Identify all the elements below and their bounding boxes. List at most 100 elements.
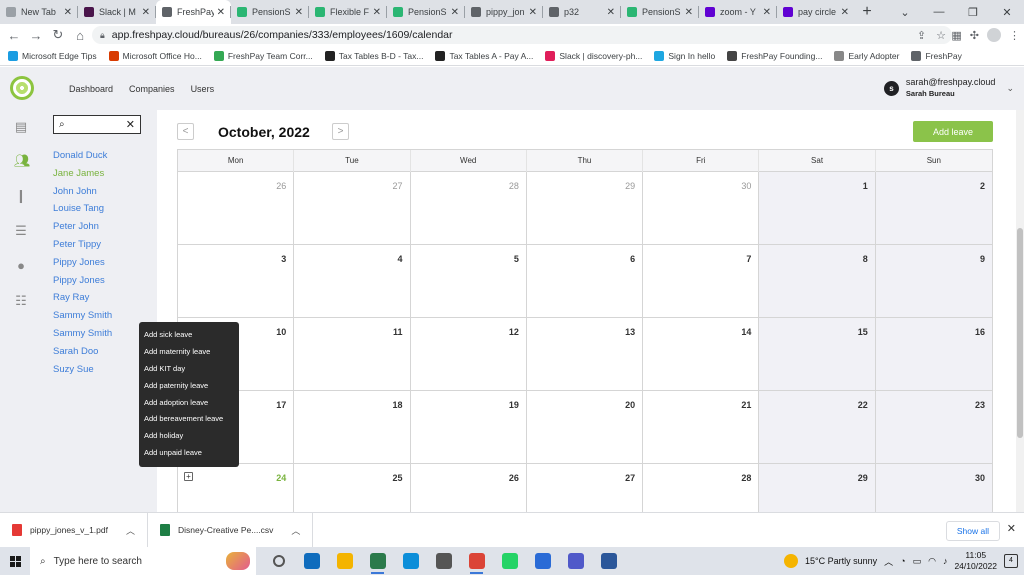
calendar-day-cell[interactable]: 30	[875, 464, 992, 512]
address-bar[interactable]: 🔒︎ app.freshpay.cloud/bureaus/26/compani…	[92, 26, 952, 44]
scrollbar-thumb[interactable]	[1017, 228, 1023, 438]
tray-chevron-icon[interactable]: ︿	[884, 555, 893, 568]
calendar-day-cell[interactable]: 5	[411, 245, 527, 317]
chevron-up-icon[interactable]: ︿	[291, 524, 300, 537]
menu-item-add-sick-leave[interactable]: Add sick leave	[139, 327, 239, 344]
edge-dev-taskbar-button[interactable]	[361, 547, 394, 575]
next-month-button[interactable]: >	[332, 123, 349, 140]
calendar-day-cell[interactable]: 15	[759, 318, 876, 390]
maximize-button[interactable]: ❐	[956, 0, 990, 24]
calendar-day-cell[interactable]: 4	[294, 245, 411, 317]
calendar-day-cell[interactable]: 28	[643, 464, 760, 512]
employee-search-input[interactable]: ⌕ ✕	[53, 115, 141, 134]
dashboard-icon[interactable]: ▤	[14, 120, 28, 134]
prev-month-button[interactable]: <	[177, 123, 194, 140]
browser-tab[interactable]: pippy_jon ✕	[465, 0, 543, 24]
browser-menu-icon[interactable]: ⋮	[1009, 29, 1020, 42]
share-icon[interactable]: ⇪	[917, 29, 926, 42]
calendar-day-cell[interactable]: 2	[875, 172, 992, 244]
bookmark-item[interactable]: FreshPay	[911, 50, 962, 61]
puzzle-icon[interactable]: ✣	[970, 29, 979, 42]
nav-dashboard[interactable]: Dashboard	[69, 84, 113, 94]
download-item[interactable]: Disney-Creative Pe....csv ︿	[148, 512, 314, 548]
start-button[interactable]	[0, 547, 30, 575]
profile-avatar[interactable]	[987, 28, 1001, 42]
bookmark-star-icon[interactable]: ☆	[936, 29, 946, 42]
clock[interactable]: 11:05 24/10/2022	[954, 550, 997, 572]
calendar-day-cell[interactable]: 12	[411, 318, 527, 390]
bookmark-item[interactable]: Slack | discovery-ph...	[545, 50, 642, 61]
sliders-icon[interactable]: ☰	[14, 224, 28, 238]
menu-item-add-adoption-leave[interactable]: Add adoption leave	[139, 395, 239, 412]
employee-link[interactable]: John John	[53, 183, 112, 201]
close-tab-icon[interactable]: ✕	[217, 7, 225, 18]
close-tab-icon[interactable]: ✕	[841, 7, 849, 18]
whatsapp-taskbar-button[interactable]	[493, 547, 526, 575]
person-icon[interactable]: ●	[14, 259, 28, 273]
browser-tab[interactable]: New Tab ✕	[0, 0, 78, 24]
browser-tab[interactable]: PensionS ✕	[621, 0, 699, 24]
calendar-day-cell[interactable]: 6	[527, 245, 644, 317]
browser-tab[interactable]: Flexible F ✕	[309, 0, 387, 24]
calendar-day-cell[interactable]: 25	[294, 464, 411, 512]
bookmark-item[interactable]: Early Adopter	[834, 50, 899, 61]
employee-link[interactable]: Pippy Jones	[53, 272, 112, 290]
calendar-day-cell[interactable]: 27	[294, 172, 411, 244]
calendar-day-cell[interactable]: 16	[875, 318, 992, 390]
page-scrollbar[interactable]	[1016, 110, 1024, 512]
bookmark-item[interactable]: Microsoft Office Ho...	[108, 50, 202, 61]
employee-link[interactable]: Pippy Jones	[53, 254, 112, 272]
weather-text[interactable]: 15°C Partly sunny	[805, 556, 877, 566]
close-tab-icon[interactable]: ✕	[142, 7, 150, 18]
employee-link[interactable]: Sammy Smith	[53, 325, 112, 343]
word-taskbar-button[interactable]	[592, 547, 625, 575]
browser-tab[interactable]: zoom - Y ✕	[699, 0, 777, 24]
employee-link[interactable]: Peter Tippy	[53, 236, 112, 254]
employee-link[interactable]: Sarah Doo	[53, 343, 112, 361]
battery-icon[interactable]: ▭	[913, 556, 922, 567]
edge-taskbar-button[interactable]	[394, 547, 427, 575]
chevron-up-icon[interactable]: ︿	[126, 524, 135, 537]
show-all-downloads-button[interactable]: Show all	[945, 521, 1000, 541]
employee-link[interactable]: Donald Duck	[53, 147, 112, 165]
calendar-day-cell[interactable]: 1	[759, 172, 876, 244]
calendar-day-cell[interactable]: 3	[178, 245, 295, 317]
calendar-day-cell[interactable]: 19	[411, 391, 527, 463]
calendar-day-cell[interactable]: 11	[294, 318, 411, 390]
employee-link[interactable]: Sammy Smith	[53, 307, 112, 325]
file-explorer-taskbar-button[interactable]	[328, 547, 361, 575]
bookmark-item[interactable]: FreshPay Founding...	[727, 50, 822, 61]
add-leave-button[interactable]: Add leave	[913, 121, 993, 142]
forward-icon[interactable]: →	[25, 24, 47, 46]
close-tab-icon[interactable]: ✕	[295, 7, 303, 18]
bookmark-item[interactable]: Sign In hello	[654, 50, 715, 61]
download-item[interactable]: pippy_jones_v_1.pdf ︿	[0, 512, 148, 548]
close-tab-icon[interactable]: ✕	[763, 7, 771, 18]
calendar-day-cell[interactable]: 20	[527, 391, 644, 463]
calendar-day-cell[interactable]: 8	[759, 245, 876, 317]
calendar-day-cell[interactable]: 28	[411, 172, 527, 244]
chrome-taskbar-button[interactable]	[460, 547, 493, 575]
calendar-day-cell[interactable]: 18	[294, 391, 411, 463]
menu-item-add-kit-day[interactable]: Add KIT day	[139, 361, 239, 378]
close-tab-icon[interactable]: ✕	[451, 7, 459, 18]
close-tab-icon[interactable]: ✕	[685, 7, 693, 18]
employee-link[interactable]: Ray Ray	[53, 289, 112, 307]
browser-tab[interactable]: pay circle ✕	[777, 0, 855, 24]
calendar-day-cell[interactable]: 29	[759, 464, 876, 512]
calendar-day-cell[interactable]: 30	[643, 172, 760, 244]
menu-item-add-paternity-leave[interactable]: Add paternity leave	[139, 378, 239, 395]
menu-item-add-maternity-leave[interactable]: Add maternity leave	[139, 344, 239, 361]
employees-icon[interactable]: 👥︎	[14, 154, 31, 168]
calendar-day-cell[interactable]: 23	[875, 391, 992, 463]
extensions-icon[interactable]: ▦	[951, 29, 961, 42]
menu-item-add-unpaid-leave[interactable]: Add unpaid leave	[139, 445, 239, 462]
browser-tab[interactable]: Slack | M ✕	[78, 0, 156, 24]
calendar-day-cell[interactable]: 22	[759, 391, 876, 463]
employee-link[interactable]: Jane James	[53, 165, 112, 183]
lock-icon[interactable]: 🔒︎	[100, 30, 105, 41]
calendar-day-cell[interactable]: 27	[527, 464, 644, 512]
network-icon[interactable]: ◔	[900, 556, 905, 566]
bookmark-item[interactable]: FreshPay Team Corr...	[213, 50, 313, 61]
back-icon[interactable]: ←	[3, 24, 25, 46]
